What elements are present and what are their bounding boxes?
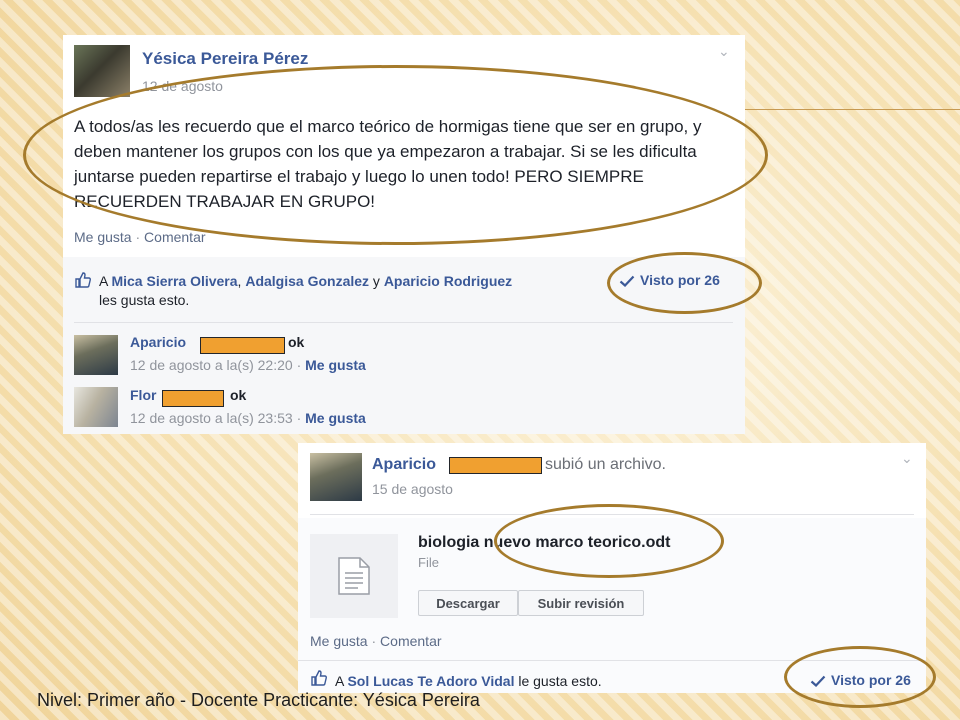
separator: · bbox=[371, 633, 381, 649]
divider bbox=[74, 322, 733, 323]
annotation-oval-seen bbox=[607, 252, 762, 314]
post-author[interactable]: Yésica Pereira Pérez bbox=[142, 49, 308, 69]
file-thumbnail[interactable] bbox=[310, 534, 398, 618]
annotation-oval-seen-2 bbox=[784, 646, 936, 708]
upload-revision-button[interactable]: Subir revisión bbox=[518, 590, 644, 616]
liker-name[interactable]: Sol Lucas Te Adoro Vidal bbox=[347, 673, 514, 689]
chevron-down-icon[interactable]: ⌄ bbox=[901, 450, 913, 467]
redaction-box bbox=[449, 457, 542, 474]
author-avatar[interactable] bbox=[310, 453, 362, 501]
likes-comma: , bbox=[237, 273, 242, 289]
liker-name[interactable]: Mica Sierra Olivera bbox=[111, 273, 237, 289]
thumbs-up-icon bbox=[311, 670, 327, 686]
post-author[interactable]: Aparicio bbox=[372, 456, 436, 474]
slide: { "slide_footer": "Nivel: Primer año - D… bbox=[0, 0, 960, 720]
liker-name[interactable]: Adalgisa Gonzalez bbox=[245, 273, 369, 289]
comment-author[interactable]: Flor bbox=[130, 387, 156, 403]
separator: · bbox=[296, 410, 306, 426]
post-actions: Me gusta · Comentar bbox=[74, 229, 206, 245]
chevron-down-icon[interactable]: ⌄ bbox=[718, 43, 730, 60]
decorative-line bbox=[745, 109, 960, 110]
separator: · bbox=[296, 357, 306, 373]
liker-name[interactable]: Aparicio Rodriguez bbox=[384, 273, 512, 289]
separator: · bbox=[135, 229, 145, 245]
annotation-oval-file bbox=[494, 504, 724, 578]
slide-footer: Nivel: Primer año - Docente Practicante:… bbox=[37, 690, 480, 710]
like-link[interactable]: Me gusta bbox=[310, 633, 368, 649]
likes-prefix: A bbox=[335, 673, 344, 689]
post-date[interactable]: 15 de agosto bbox=[372, 481, 453, 497]
comment-text: ok bbox=[288, 334, 305, 350]
comment-like-link[interactable]: Me gusta bbox=[305, 357, 366, 373]
likes-and: y bbox=[372, 273, 380, 289]
likes-summary: A Mica Sierra Olivera, Adalgisa Gonzalez… bbox=[99, 272, 609, 310]
commenter-avatar[interactable] bbox=[74, 335, 118, 375]
redaction-box bbox=[200, 337, 285, 354]
likes-suffix: les gusta esto. bbox=[99, 292, 190, 308]
thumbs-up-icon bbox=[75, 272, 91, 288]
annotation-oval-post-text bbox=[23, 65, 768, 245]
comment-meta: 12 de agosto a la(s) 23:53 · Me gusta bbox=[130, 410, 366, 426]
redaction-box bbox=[162, 390, 224, 407]
post-action-text: subió un archivo. bbox=[545, 456, 666, 473]
download-button[interactable]: Descargar bbox=[418, 590, 518, 616]
comment-time[interactable]: 12 de agosto a la(s) 22:20 bbox=[130, 357, 293, 373]
comment-meta: 12 de agosto a la(s) 22:20 · Me gusta bbox=[130, 357, 366, 373]
comment-link[interactable]: Comentar bbox=[380, 633, 441, 649]
comment-link[interactable]: Comentar bbox=[144, 229, 205, 245]
likes-suffix: le gusta esto. bbox=[518, 673, 602, 689]
file-type: File bbox=[418, 555, 439, 570]
like-link[interactable]: Me gusta bbox=[74, 229, 132, 245]
document-icon bbox=[338, 557, 370, 595]
comment-author[interactable]: Aparicio bbox=[130, 334, 186, 350]
comment-like-link[interactable]: Me gusta bbox=[305, 410, 366, 426]
comment-text: ok bbox=[230, 387, 247, 403]
post-actions: Me gusta · Comentar bbox=[310, 633, 442, 649]
commenter-avatar[interactable] bbox=[74, 387, 118, 427]
likes-summary: A Sol Lucas Te Adoro Vidal le gusta esto… bbox=[335, 672, 602, 691]
comment-time[interactable]: 12 de agosto a la(s) 23:53 bbox=[130, 410, 293, 426]
author-avatar[interactable] bbox=[74, 45, 130, 97]
likes-prefix: A bbox=[99, 273, 108, 289]
